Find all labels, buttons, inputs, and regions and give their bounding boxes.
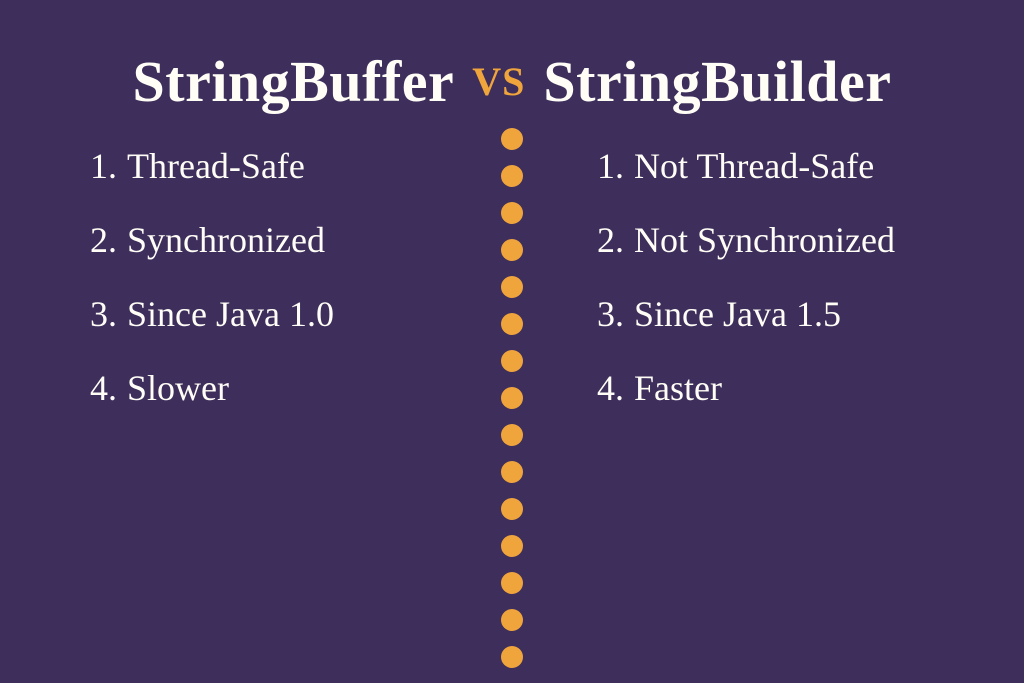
item-number: 2. — [597, 219, 624, 261]
divider-dot — [501, 498, 523, 520]
item-text: Since Java 1.0 — [127, 293, 334, 335]
item-number: 1. — [597, 145, 624, 187]
item-text: Not Thread-Safe — [634, 145, 874, 187]
item-number: 4. — [90, 367, 117, 409]
item-number: 3. — [597, 293, 624, 335]
item-text: Not Synchronized — [634, 219, 895, 261]
content-row: 1. Thread-Safe 2. Synchronized 3. Since … — [0, 115, 1024, 441]
item-text: Synchronized — [127, 219, 325, 261]
vs-label: VS — [472, 58, 525, 105]
divider-dot — [501, 646, 523, 668]
title-right: StringBuilder — [543, 48, 891, 115]
title-left: StringBuffer — [133, 48, 455, 115]
header-row: StringBuffer VS StringBuilder — [0, 0, 1024, 115]
divider-dot — [501, 572, 523, 594]
divider-dot — [501, 461, 523, 483]
list-item: 2. Not Synchronized — [597, 219, 984, 261]
list-item: 3. Since Java 1.5 — [597, 293, 984, 335]
list-item: 1. Thread-Safe — [90, 145, 477, 187]
list-item: 2. Synchronized — [90, 219, 477, 261]
right-column: 1. Not Thread-Safe 2. Not Synchronized 3… — [537, 145, 1024, 441]
list-item: 4. Slower — [90, 367, 477, 409]
divider-dot — [501, 535, 523, 557]
item-text: Faster — [634, 367, 722, 409]
divider-dot — [501, 609, 523, 631]
left-column: 1. Thread-Safe 2. Synchronized 3. Since … — [0, 145, 537, 441]
list-item: 3. Since Java 1.0 — [90, 293, 477, 335]
item-text: Slower — [127, 367, 229, 409]
item-number: 4. — [597, 367, 624, 409]
list-item: 1. Not Thread-Safe — [597, 145, 984, 187]
item-text: Since Java 1.5 — [634, 293, 841, 335]
item-number: 1. — [90, 145, 117, 187]
item-number: 2. — [90, 219, 117, 261]
list-item: 4. Faster — [597, 367, 984, 409]
item-text: Thread-Safe — [127, 145, 305, 187]
item-number: 3. — [90, 293, 117, 335]
